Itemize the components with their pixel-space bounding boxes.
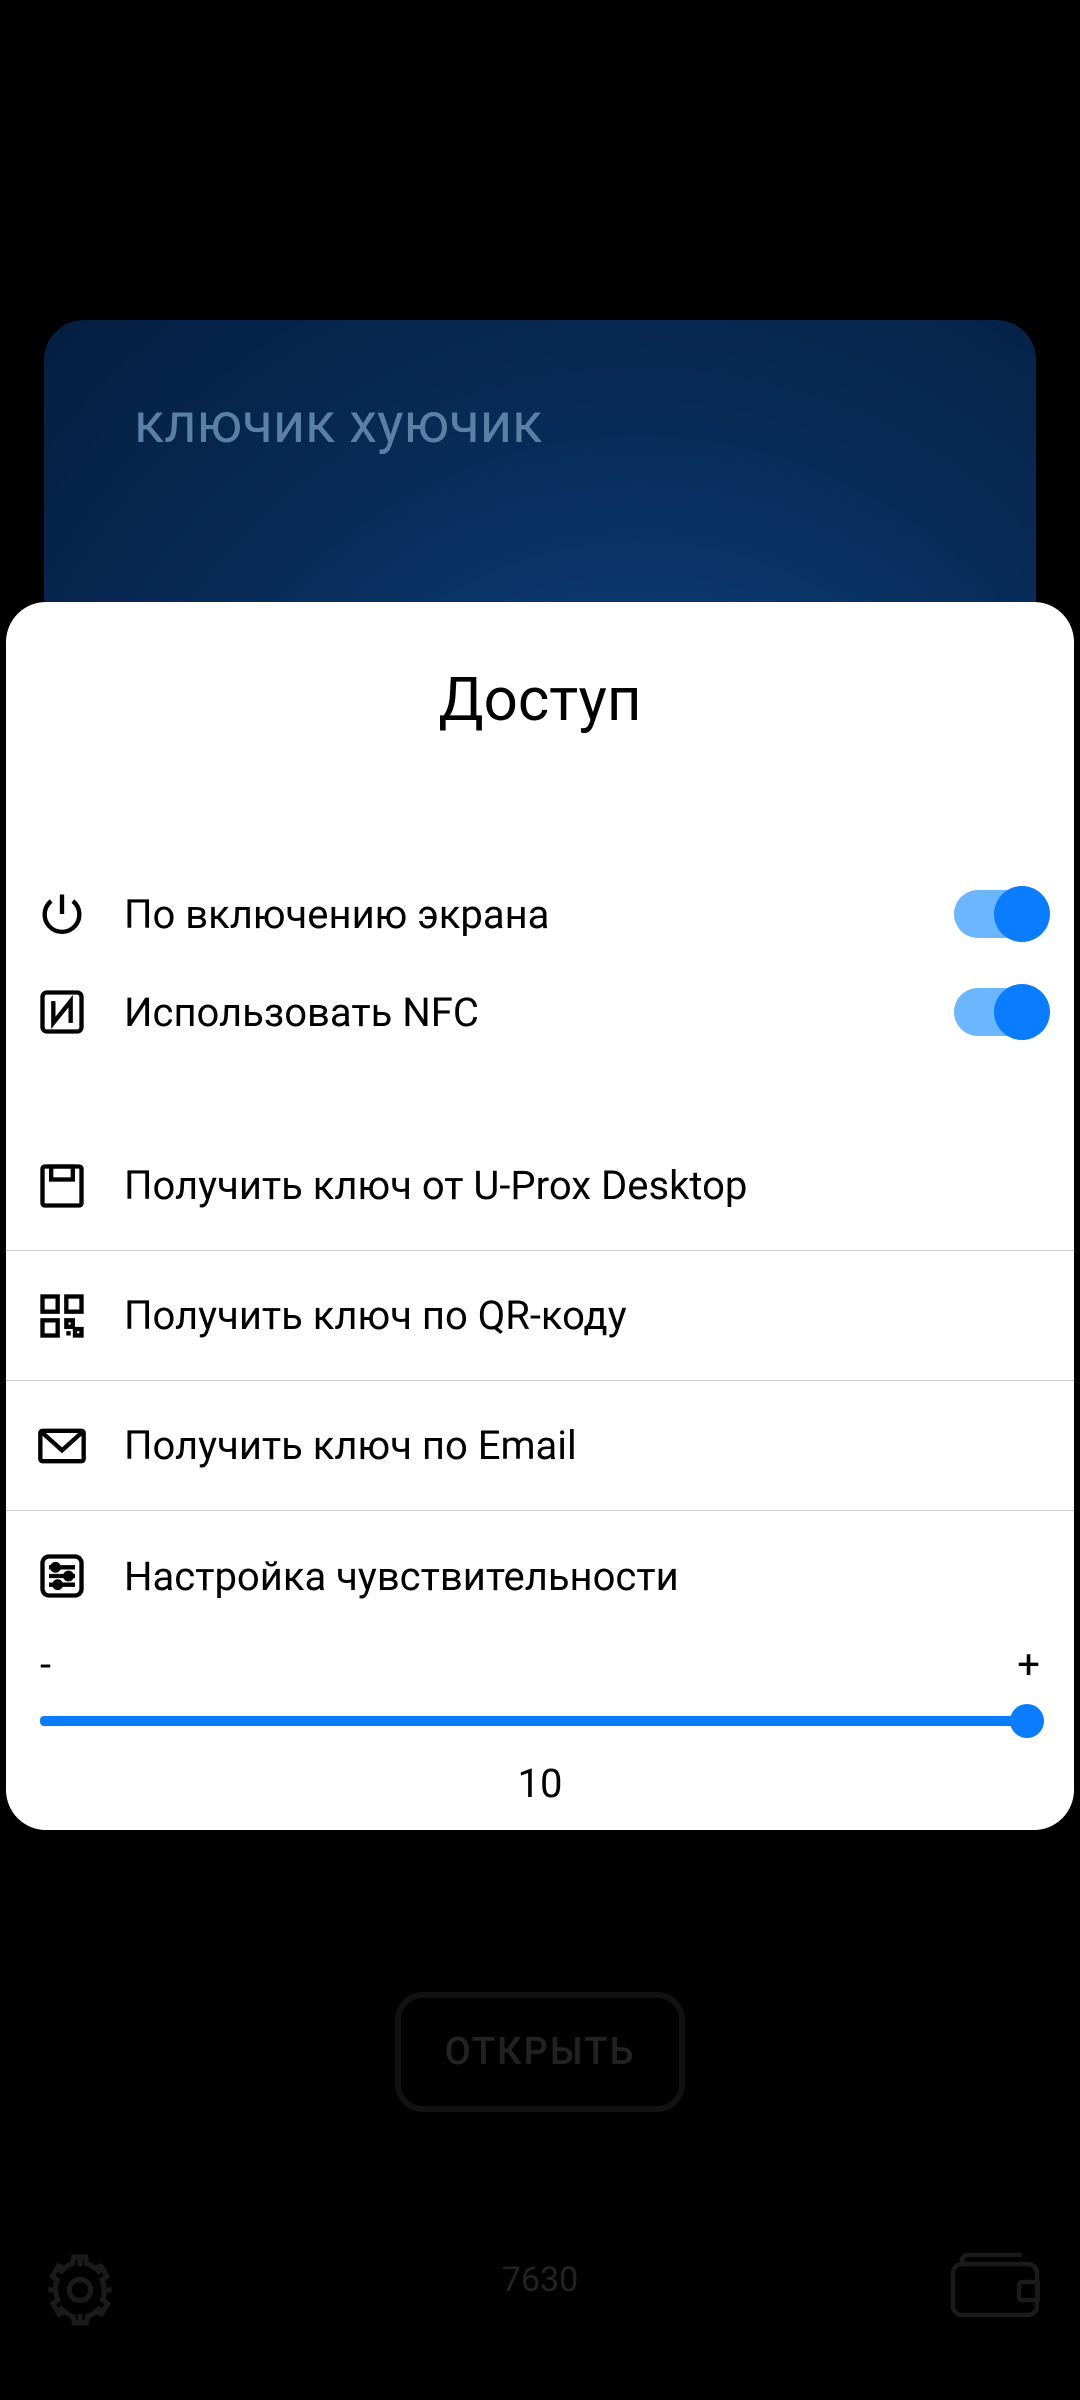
qr-icon [36,1290,88,1342]
menu-item-label: Получить ключ по QR-коду [124,1292,1044,1339]
menu-item-label: Получить ключ от U-Prox Desktop [124,1162,1044,1209]
sensitivity-label: Настройка чувствительности [124,1553,1044,1600]
toggle-label: По включению экрана [124,891,954,938]
sensitivity-value: 10 [36,1760,1044,1807]
power-icon [36,888,88,940]
sliders-icon [36,1550,88,1602]
toggle-screen-on[interactable] [954,890,1044,938]
toggle-row-nfc: Использовать NFC [6,963,1074,1061]
slider-thumb[interactable] [1010,1704,1044,1738]
menu-item-label: Получить ключ по Email [124,1422,1044,1469]
open-button[interactable]: ОТКРЫТЬ [395,1992,685,2112]
sheet-title: Доступ [6,602,1074,865]
menu-item-desktop[interactable]: Получить ключ от U-Prox Desktop [6,1121,1074,1251]
toggle-label: Использовать NFC [124,989,954,1036]
gear-icon[interactable] [40,2250,120,2330]
nfc-icon [36,986,88,1038]
menu-item-email[interactable]: Получить ключ по Email [6,1381,1074,1511]
sensitivity-slider[interactable] [40,1706,1040,1736]
access-sheet: Доступ По включению экрана Использовать … [6,602,1074,1830]
mail-icon [36,1420,88,1472]
slider-track [40,1716,1040,1726]
sensitivity-plus[interactable]: + [1017,1641,1040,1688]
toggle-row-screen-on: По включению экрана [6,865,1074,963]
save-icon [36,1160,88,1212]
toggle-nfc[interactable] [954,988,1044,1036]
bottom-id-number: 7630 [502,2260,578,2300]
wallet-icon[interactable] [950,2250,1040,2320]
sensitivity-block: Настройка чувствительности - + 10 [6,1511,1074,1807]
open-button-label: ОТКРЫТЬ [445,2030,636,2074]
sensitivity-minus[interactable]: - [40,1641,51,1688]
key-card-title: ключик хуючик [134,390,542,456]
menu-item-qr[interactable]: Получить ключ по QR-коду [6,1251,1074,1381]
